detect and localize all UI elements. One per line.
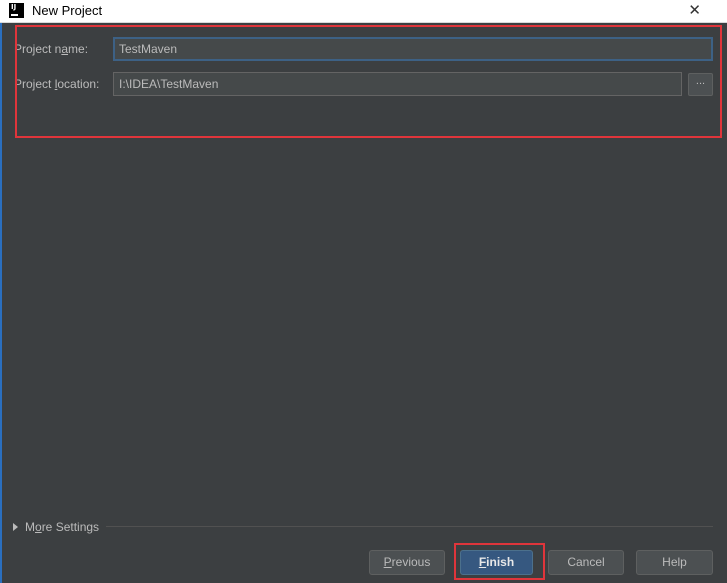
window-title: New Project bbox=[32, 3, 103, 18]
project-location-label: Project location: bbox=[14, 77, 100, 91]
project-location-input[interactable] bbox=[113, 72, 682, 96]
project-name-input[interactable] bbox=[113, 37, 713, 61]
window-edge bbox=[0, 23, 2, 583]
close-icon[interactable]: ✕ bbox=[688, 1, 701, 19]
intellij-icon: IJ bbox=[9, 3, 24, 18]
previous-button[interactable]: Previous bbox=[369, 550, 445, 575]
finish-button[interactable]: Finish bbox=[460, 550, 533, 575]
more-settings-label: More Settings bbox=[25, 520, 100, 534]
triangle-right-icon bbox=[13, 523, 18, 531]
more-settings-divider bbox=[106, 526, 713, 527]
cancel-button[interactable]: Cancel bbox=[548, 550, 624, 575]
title-bar[interactable]: IJ New Project ✕ bbox=[0, 0, 727, 23]
help-button[interactable]: Help bbox=[636, 550, 713, 575]
app-icon-text: IJ bbox=[11, 3, 17, 11]
more-settings-toggle[interactable]: More Settings bbox=[13, 519, 99, 535]
new-project-dialog: IJ New Project ✕ Project name: Project l… bbox=[0, 0, 727, 583]
project-name-label: Project name: bbox=[14, 42, 89, 56]
browse-button[interactable]: ... bbox=[688, 73, 713, 96]
